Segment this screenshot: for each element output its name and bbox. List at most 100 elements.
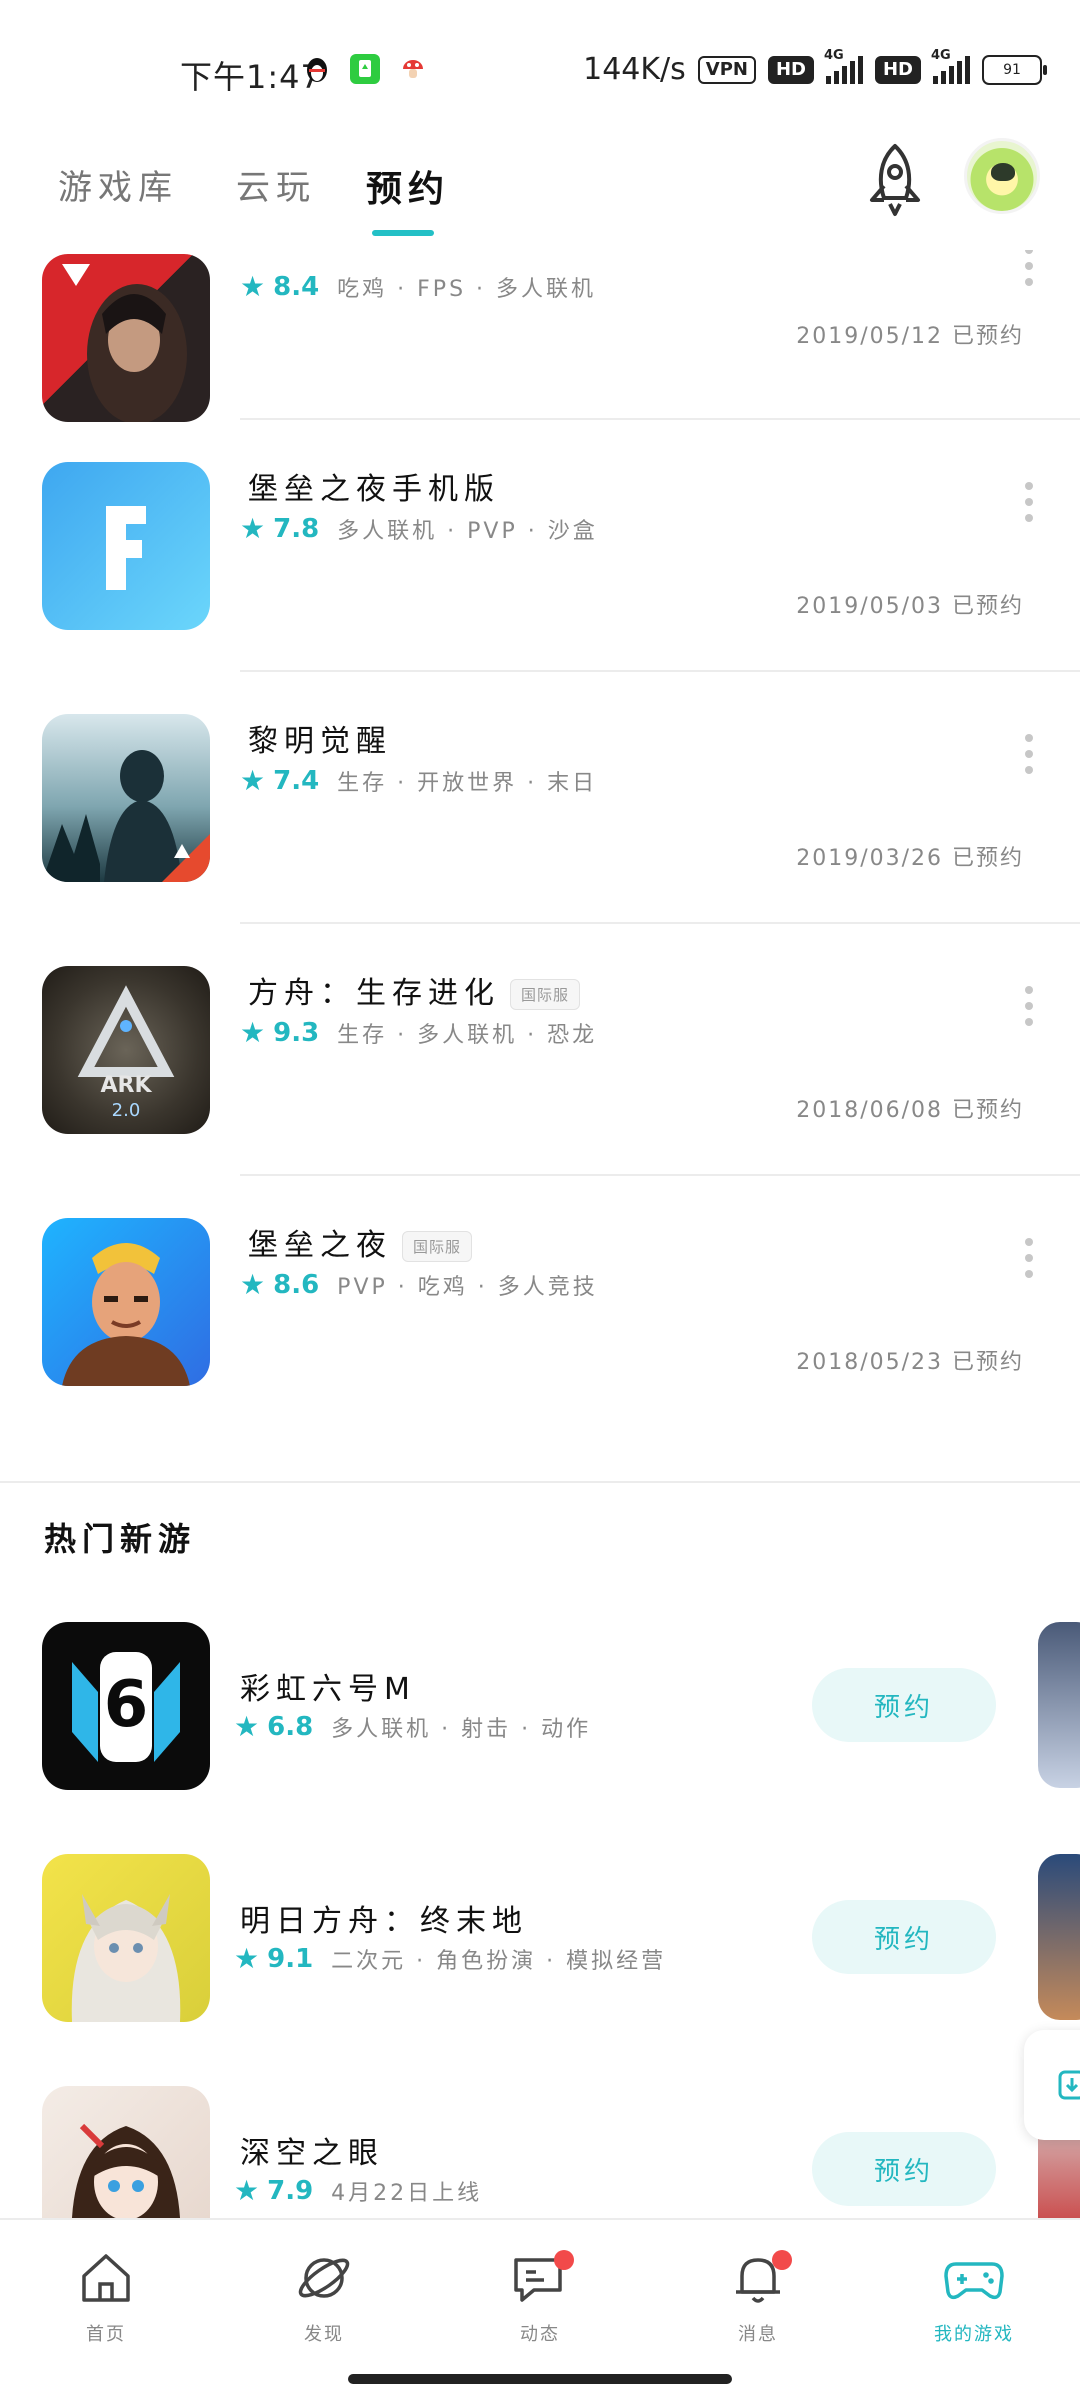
- status-bar: 下午1:47 144K/s VPN HD 4G HD 4G 91: [0, 0, 1080, 130]
- game-score: 9.1: [267, 1943, 314, 1974]
- gamepad-icon: [944, 2262, 1004, 2300]
- game-name: 彩虹六号M: [240, 1672, 416, 1707]
- more-options-icon[interactable]: [1024, 250, 1034, 286]
- top-tab-bar: 游戏库 云玩 预约: [0, 130, 1080, 250]
- reserved-game-row[interactable]: 黎明觉醒 ★ 7.4 生存 · 开放世界 · 末日 2019/03/26 已预约: [0, 672, 1080, 924]
- rating-line: ★ 6.8 多人联机 · 射击 · 动作: [234, 1710, 591, 1743]
- reserve-button[interactable]: 预约: [812, 1900, 996, 1974]
- hot-game-row[interactable]: 6 彩虹六号M ★ 6.8 多人联机 · 射击 · 动作 预约: [0, 1622, 1080, 1822]
- star-icon: ★: [240, 764, 266, 797]
- reserved-game-row[interactable]: 堡垒之夜 国际服 ★ 8.6 PVP · 吃鸡 · 多人竞技 2018/05/23…: [0, 1176, 1080, 1428]
- nav-label: 动态: [520, 2324, 560, 2345]
- game-tags: 生存 · 多人联机 · 恐龙: [337, 1022, 598, 1048]
- home-icon: [82, 2254, 130, 2302]
- more-options-icon[interactable]: [1024, 986, 1034, 1026]
- game-tags: 多人联机 · PVP · 沙盒: [337, 518, 598, 544]
- hot-game-row[interactable]: 明日方舟：终末地 ★ 9.1 二次元 · 角色扮演 · 模拟经营 预约: [0, 1854, 1080, 2054]
- rating-line: ★ 7.8 多人联机 · PVP · 沙盒: [240, 512, 598, 545]
- nav-discover[interactable]: 发现: [254, 2250, 394, 2346]
- status-right: 144K/s VPN HD 4G HD 4G 91: [583, 48, 1047, 87]
- game-tags: 生存 · 开放世界 · 末日: [337, 770, 598, 796]
- server-badge: 国际服: [402, 1231, 473, 1262]
- game-name: 方舟：生存进化: [248, 976, 500, 1011]
- more-options-icon[interactable]: [1024, 734, 1034, 774]
- hot-game-row[interactable]: 深空之眼 ★ 7.9 4月22日上线 预约: [0, 2086, 1080, 2218]
- game-score: 8.6: [273, 1269, 320, 1300]
- star-icon: ★: [240, 270, 266, 303]
- star-icon: ★: [234, 1942, 260, 1975]
- reserve-button[interactable]: 预约: [812, 1668, 996, 1742]
- rating-line: ★ 9.3 生存 · 多人联机 · 恐龙: [240, 1016, 597, 1049]
- security-app-icon: [350, 54, 380, 84]
- server-badge: 国际服: [510, 979, 581, 1010]
- reservation-list[interactable]: ★ 8.4 吃鸡 · FPS · 多人联机 2019/05/12 已预约 堡垒之…: [0, 250, 1080, 2218]
- hd-indicator-2: HD: [874, 55, 921, 84]
- signal-icon-1: 4G: [824, 48, 863, 84]
- tab-game-library[interactable]: 游戏库: [58, 160, 178, 209]
- svg-text:2.0: 2.0: [112, 1100, 141, 1121]
- reserve-button[interactable]: 预约: [812, 2132, 996, 2206]
- nav-my-games[interactable]: 我的游戏: [904, 2250, 1044, 2346]
- rating-line: ★ 7.4 生存 · 开放世界 · 末日: [240, 764, 597, 797]
- nav-label: 我的游戏: [934, 2324, 1014, 2345]
- game-tags: 4月22日上线: [331, 2180, 483, 2206]
- game-name: 深空之眼: [240, 2136, 384, 2171]
- floating-download-tab[interactable]: [1024, 2030, 1080, 2140]
- game-name: 明日方舟：终末地: [240, 1904, 528, 1939]
- reserved-game-row[interactable]: ARK 2.0 方舟：生存进化 国际服 ★ 9.3 生存 · 多人联机 · 恐龙 2…: [0, 924, 1080, 1176]
- nav-messages[interactable]: 消息: [688, 2250, 828, 2346]
- status-time: 下午1:47: [180, 58, 322, 96]
- hd-indicator-1: HD: [767, 55, 814, 84]
- section-divider: [0, 1481, 1080, 1483]
- svg-text:ARK: ARK: [100, 1073, 152, 1098]
- game-title-line: 堡垒之夜 国际服: [248, 1220, 473, 1264]
- nav-label: 首页: [86, 2324, 126, 2345]
- rating-line: ★ 7.9 4月22日上线: [234, 2174, 482, 2207]
- net-speed: 144K/s: [583, 52, 686, 87]
- qq-penguin-icon: [302, 54, 332, 84]
- game-icon-fortnite: [42, 1218, 210, 1386]
- game-score: 7.8: [273, 513, 320, 544]
- nav-feed[interactable]: 动态: [470, 2250, 610, 2346]
- game-score: 9.3: [273, 1017, 320, 1048]
- reserved-date: 2019/05/12 已预约: [796, 324, 1024, 349]
- star-icon: ★: [240, 1268, 266, 1301]
- tab-cloud-play[interactable]: 云玩: [236, 160, 316, 209]
- reserved-game-row[interactable]: 堡垒之夜手机版 ★ 7.8 多人联机 · PVP · 沙盒 2019/05/03…: [0, 420, 1080, 672]
- more-options-icon[interactable]: [1024, 482, 1034, 522]
- game-icon-fortnite-mobile: [42, 462, 210, 630]
- game-score: 7.4: [273, 765, 320, 796]
- nav-label: 消息: [738, 2324, 778, 2345]
- more-options-icon[interactable]: [1024, 1238, 1034, 1278]
- status-app-icons: [302, 54, 428, 84]
- next-card-peek[interactable]: [1038, 1854, 1080, 2020]
- home-indicator[interactable]: [348, 2374, 732, 2384]
- nav-home[interactable]: 首页: [36, 2250, 176, 2346]
- battery-icon: 91: [982, 54, 1047, 85]
- game-tags: PVP · 吃鸡 · 多人竞技: [337, 1274, 598, 1300]
- user-avatar[interactable]: [964, 138, 1040, 214]
- game-score: 8.4: [273, 271, 320, 302]
- signal-icon-2: 4G: [931, 48, 970, 84]
- active-tab-indicator: [372, 230, 434, 236]
- game-name: 堡垒之夜手机版: [248, 472, 500, 507]
- game-name: 堡垒之夜: [248, 1228, 392, 1263]
- notification-dot: [554, 2250, 574, 2270]
- rating-line: ★ 9.1 二次元 · 角色扮演 · 模拟经营: [234, 1942, 666, 1975]
- tab-reservations[interactable]: 预约: [366, 160, 450, 212]
- game-icon-undawn: [42, 714, 210, 882]
- rating-line: ★ 8.6 PVP · 吃鸡 · 多人竞技: [240, 1268, 598, 1301]
- game-title-line: 方舟：生存进化 国际服: [248, 968, 581, 1012]
- reserved-date: 2019/03/26 已预约: [796, 846, 1024, 871]
- game-icon-aether-gazer: [42, 2086, 210, 2218]
- star-icon: ★: [234, 2174, 260, 2207]
- next-card-peek[interactable]: [1038, 1622, 1080, 1788]
- reserved-game-row[interactable]: ★ 8.4 吃鸡 · FPS · 多人联机 2019/05/12 已预约: [0, 250, 1080, 422]
- game-icon-rainbow-six: 6: [42, 1622, 210, 1790]
- game-icon-arknights-endfield: [42, 1854, 210, 2022]
- reserved-date: 2018/06/08 已预约: [796, 1098, 1024, 1123]
- rocket-icon[interactable]: [860, 140, 930, 220]
- notification-dot: [772, 2250, 792, 2270]
- section-title-hot-games: 热门新游: [44, 1520, 197, 1558]
- game-icon-apex: [42, 254, 210, 422]
